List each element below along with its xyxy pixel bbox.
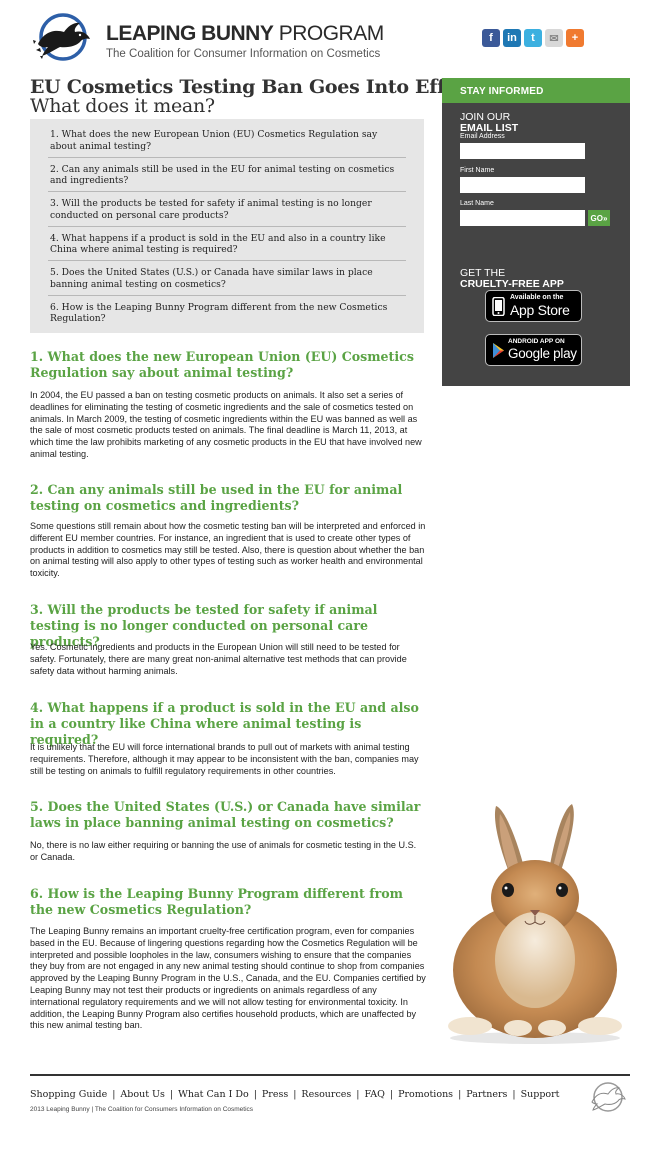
brand-tagline: The Coalition for Consumer Information o… (106, 48, 381, 60)
footer-link-shopping-guide[interactable]: Shopping Guide (30, 1089, 107, 1100)
faq-link-1[interactable]: 1. What does the new European Union (EU)… (48, 123, 406, 158)
footer-link-faq[interactable]: FAQ (364, 1089, 384, 1100)
section-2-heading: 2. Can any animals still be used in the … (30, 482, 403, 513)
last-name-label: Last Name (460, 200, 494, 207)
faq-index: 1. What does the new European Union (EU)… (30, 119, 424, 333)
plus-icon[interactable]: + (566, 29, 584, 47)
footer-link-partners[interactable]: Partners (466, 1089, 507, 1100)
twitter-icon[interactable]: t (524, 29, 542, 47)
section-1-body: In 2004, the EU passed a ban on testing … (30, 390, 422, 459)
section-6-body: The Leaping Bunny remains an important c… (30, 926, 426, 1031)
stay-informed-panel: STAY INFORMED JOIN OUR EMAIL LIST Email … (442, 78, 630, 386)
email-label: Email Address (460, 133, 505, 140)
footer-link-about-us[interactable]: About Us (120, 1089, 165, 1100)
faq-link-5[interactable]: 5. Does the United States (U.S.) or Cana… (48, 261, 406, 296)
footer-copyright: 2013 Leaping Bunny | The Coalition for C… (30, 1106, 254, 1113)
go-button[interactable]: GO» (588, 210, 610, 226)
leaping-bunny-logo-icon (33, 13, 90, 61)
faq-link-3[interactable]: 3. Will the products be tested for safet… (48, 192, 406, 227)
email-icon[interactable]: ✉ (545, 29, 563, 47)
stay-informed-header: STAY INFORMED (442, 78, 630, 103)
faq-link-4[interactable]: 4. What happens if a product is sold in … (48, 227, 406, 261)
brand-name: LEAPING BUNNY PROGRAM The Coalition for … (106, 22, 384, 61)
play-icon (493, 343, 504, 358)
footer-link-what-can-i-do[interactable]: What Can I Do (178, 1089, 249, 1100)
footer-link-press[interactable]: Press (262, 1089, 288, 1100)
faq-link-6[interactable]: 6. How is the Leaping Bunny Program diff… (48, 296, 406, 331)
linkedin-icon[interactable]: in (503, 29, 521, 47)
page-subtitle: What does it mean? (30, 95, 215, 117)
social-links: f in t ✉ + (482, 29, 584, 47)
section-3-body: Yes. Cosmetic ingredients and products i… (30, 642, 407, 676)
footer-link-promotions[interactable]: Promotions (398, 1089, 453, 1100)
faq-link-2[interactable]: 2. Can any animals still be used in the … (48, 158, 406, 192)
section-6-heading: 6. How is the Leaping Bunny Program diff… (30, 886, 404, 917)
footer-link-resources[interactable]: Resources (301, 1089, 351, 1100)
google-play-button[interactable]: ANDROID APP ON Google play (485, 334, 582, 366)
footer-link-support[interactable]: Support (521, 1089, 560, 1100)
first-name-label: First Name (460, 167, 495, 174)
site-logo[interactable]: LEAPING BUNNY PROGRAM The Coalition for … (30, 12, 384, 62)
email-field[interactable] (460, 143, 585, 159)
section-5-body: No, there is no law either requiring or … (30, 840, 417, 862)
rabbit-photo (448, 804, 622, 1044)
section-5-heading: 5. Does the United States (U.S.) or Cana… (30, 799, 421, 830)
section-4-body: It is unlikely that the EU will force in… (30, 742, 419, 776)
section-1-heading: 1. What does the new European Union (EU)… (30, 349, 414, 380)
app-store-button[interactable]: Available on the App Store (485, 290, 582, 322)
facebook-icon[interactable]: f (482, 29, 500, 47)
leaping-bunny-footer-icon (591, 1082, 626, 1112)
footer-divider (30, 1074, 630, 1076)
section-4-heading: 4. What happens if a product is sold in … (30, 700, 419, 747)
join-email-heading: JOIN OUR EMAIL LIST (460, 111, 519, 134)
phone-icon (492, 297, 505, 316)
last-name-field[interactable] (460, 210, 585, 226)
section-2-body: Some questions still remain about how th… (30, 521, 426, 579)
app-heading: GET THE CRUELTY-FREE APP (460, 267, 564, 290)
footer-nav: Shopping Guide | About Us | What Can I Do |… (30, 1089, 560, 1100)
first-name-field[interactable] (460, 177, 585, 193)
